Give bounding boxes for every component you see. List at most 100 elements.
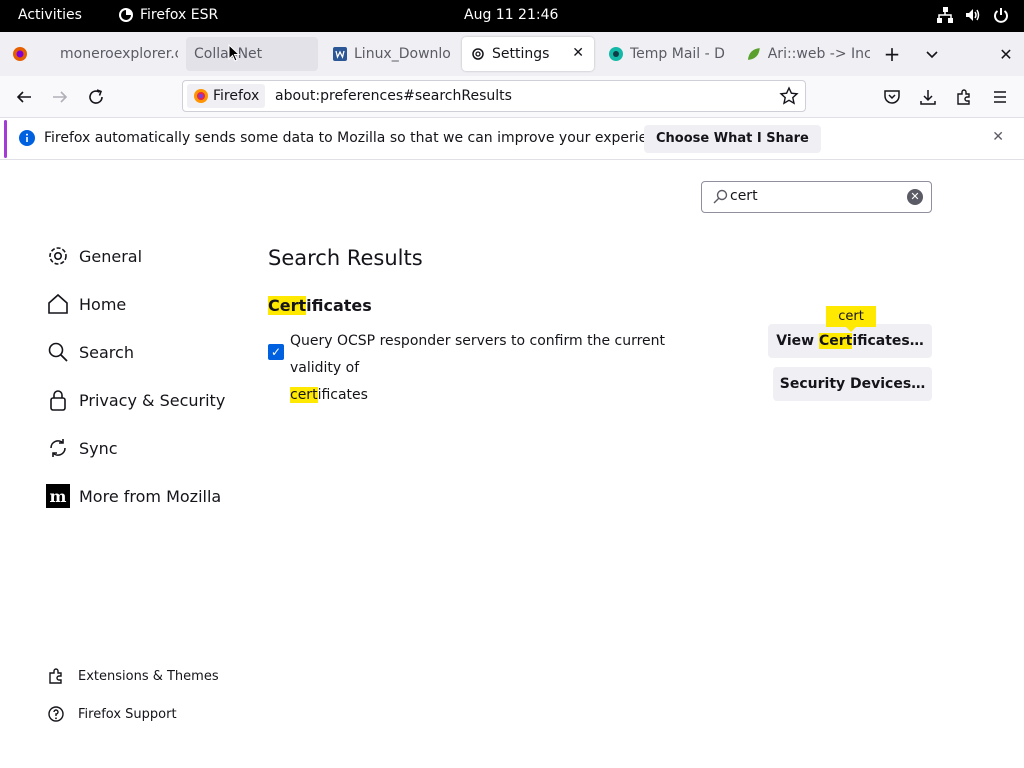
tab-ari-web[interactable]: Ari::web -> Inc bbox=[738, 37, 870, 71]
reload-icon bbox=[89, 89, 103, 104]
back-button[interactable] bbox=[12, 85, 36, 109]
system-top-bar: Activities Firefox ESR Aug 11 21:46 bbox=[0, 0, 1024, 32]
home-icon bbox=[46, 292, 70, 316]
clear-search-icon[interactable]: ✕ bbox=[907, 189, 923, 205]
data-collection-notice: Firefox automatically sends some data to… bbox=[0, 118, 1024, 160]
ocsp-checkbox[interactable]: ✓ bbox=[268, 344, 284, 360]
sidebar-item-privacy-security[interactable]: Privacy & Security bbox=[46, 384, 225, 416]
info-icon bbox=[19, 130, 35, 146]
activities-button[interactable]: Activities bbox=[18, 7, 82, 23]
tempmail-icon bbox=[609, 47, 623, 61]
sidebar-footer-firefox-support[interactable]: Firefox Support bbox=[46, 704, 177, 724]
downloads-button[interactable] bbox=[916, 85, 940, 109]
certificates-heading: Certificates bbox=[268, 296, 372, 315]
close-notice-icon[interactable]: ✕ bbox=[992, 129, 1004, 145]
lock-icon bbox=[46, 388, 70, 412]
search-match-tooltip: cert bbox=[826, 306, 876, 332]
chevron-down-icon bbox=[926, 51, 938, 59]
extensions-button[interactable] bbox=[952, 85, 976, 109]
app-name: Firefox ESR bbox=[140, 7, 219, 23]
new-tab-button[interactable]: + bbox=[880, 42, 904, 66]
firefox-app-icon bbox=[119, 8, 133, 22]
download-icon bbox=[920, 90, 936, 105]
search-input[interactable] bbox=[730, 188, 900, 204]
forward-arrow-icon bbox=[53, 91, 68, 103]
gear-icon bbox=[46, 244, 70, 268]
network-icon bbox=[937, 7, 953, 23]
firefox-view-button[interactable] bbox=[4, 37, 40, 71]
sidebar-item-general[interactable]: General bbox=[46, 240, 142, 272]
mozilla-icon: m bbox=[46, 484, 70, 508]
sidebar-item-label: Privacy & Security bbox=[79, 390, 226, 410]
search-highlight: Cert bbox=[268, 296, 307, 315]
sidebar-item-label: Home bbox=[79, 294, 127, 314]
button-text: View bbox=[776, 333, 819, 349]
system-tray[interactable] bbox=[936, 6, 1010, 24]
sidebar-item-label: Sync bbox=[79, 438, 118, 458]
tab-label: Linux_Downlo bbox=[354, 46, 451, 62]
url-text[interactable]: about:preferences#searchResults bbox=[275, 88, 512, 104]
search-icon bbox=[46, 340, 70, 364]
url-bar[interactable]: Firefox about:preferences#searchResults bbox=[182, 80, 806, 112]
sidebar-item-label: Search bbox=[79, 342, 134, 362]
ocsp-label-rest: ificates bbox=[317, 387, 368, 403]
heading-rest: ificates bbox=[306, 296, 372, 315]
word-doc-icon bbox=[333, 47, 347, 61]
close-tab-icon[interactable]: ✕ bbox=[572, 45, 584, 61]
tab-label: Settings bbox=[492, 46, 550, 62]
tab-label: Temp Mail - D bbox=[630, 46, 725, 62]
sidebar-item-label: General bbox=[79, 246, 143, 266]
app-menu[interactable]: Firefox ESR bbox=[118, 7, 218, 23]
tab-linux-downloads[interactable]: Linux_Downlo bbox=[324, 37, 456, 71]
ocsp-label-line1: Query OCSP responder servers to confirm … bbox=[290, 333, 666, 376]
svg-text:m: m bbox=[50, 487, 67, 506]
identity-label: Firefox bbox=[213, 88, 260, 104]
help-icon bbox=[46, 704, 66, 724]
pocket-icon bbox=[884, 90, 900, 104]
sidebar-item-search[interactable]: Search bbox=[46, 336, 134, 368]
sidebar-footer-extensions-themes[interactable]: Extensions & Themes bbox=[46, 666, 219, 686]
volume-icon bbox=[966, 9, 980, 21]
search-icon bbox=[713, 189, 728, 204]
list-all-tabs-button[interactable] bbox=[920, 42, 944, 66]
nav-toolbar: Firefox about:preferences#searchResults bbox=[0, 76, 1024, 118]
clock[interactable]: Aug 11 21:46 bbox=[464, 7, 558, 23]
puzzle-piece-icon bbox=[957, 89, 970, 105]
preferences-search-box[interactable]: ✕ bbox=[701, 181, 932, 213]
security-devices-button[interactable]: Security Devices… bbox=[773, 367, 932, 401]
gear-icon bbox=[472, 48, 484, 60]
bookmark-star-icon[interactable] bbox=[779, 86, 799, 106]
sync-icon bbox=[46, 436, 70, 460]
footer-item-label: Extensions & Themes bbox=[78, 668, 219, 684]
leaf-icon bbox=[747, 48, 760, 60]
firefox-view-icon bbox=[13, 47, 27, 61]
tab-label: Ari::web -> Inc bbox=[767, 46, 870, 62]
power-icon bbox=[994, 8, 1008, 23]
ocsp-label[interactable]: Query OCSP responder servers to confirm … bbox=[290, 328, 720, 409]
choose-what-i-share-button[interactable]: Choose What I Share bbox=[644, 125, 821, 153]
tab-moneroexplorer[interactable]: moneroexplorer.c bbox=[46, 37, 178, 71]
button-text: ificates… bbox=[852, 333, 924, 349]
back-arrow-icon bbox=[16, 91, 31, 103]
sidebar-item-more-from-mozilla[interactable]: m More from Mozilla bbox=[46, 480, 221, 512]
tab-temp-mail[interactable]: Temp Mail - D bbox=[600, 37, 732, 71]
search-highlight: Cert bbox=[818, 333, 853, 349]
firefox-logo-icon bbox=[194, 89, 208, 103]
sidebar-item-home[interactable]: Home bbox=[46, 288, 126, 320]
tab-settings[interactable]: Settings ✕ bbox=[462, 37, 594, 71]
pocket-button[interactable] bbox=[880, 85, 904, 109]
puzzle-icon bbox=[46, 666, 66, 686]
mouse-cursor-icon bbox=[228, 44, 240, 62]
tab-collabnet[interactable]: CollabNet bbox=[186, 37, 318, 71]
identity-box[interactable]: Firefox bbox=[187, 84, 266, 108]
reload-button[interactable] bbox=[84, 85, 108, 109]
app-menu-button[interactable] bbox=[988, 85, 1012, 109]
notice-accent-bar bbox=[4, 120, 7, 158]
sidebar-item-sync[interactable]: Sync bbox=[46, 432, 118, 464]
sidebar-item-label: More from Mozilla bbox=[79, 486, 222, 506]
page-title: Search Results bbox=[268, 246, 423, 270]
footer-item-label: Firefox Support bbox=[78, 706, 177, 722]
tab-label: moneroexplorer.c bbox=[60, 46, 178, 62]
close-window-button[interactable]: ✕ bbox=[994, 42, 1018, 66]
forward-button[interactable] bbox=[48, 85, 72, 109]
